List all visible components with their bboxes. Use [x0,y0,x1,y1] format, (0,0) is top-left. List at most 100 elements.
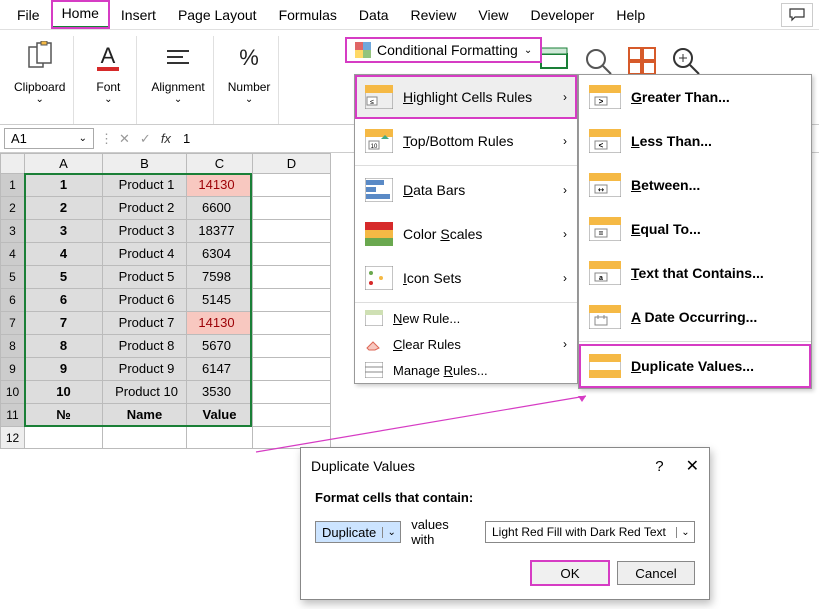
cell[interactable]: Product 4 [103,243,187,266]
menu-duplicate-values[interactable]: Duplicate Values... [579,344,811,388]
cell[interactable] [253,289,331,312]
cell[interactable]: Product 3 [103,220,187,243]
cell[interactable]: 10 [25,381,103,404]
help-icon[interactable]: ? [655,458,663,475]
cell[interactable]: 6 [25,289,103,312]
col-header-c[interactable]: C [187,154,253,174]
cell[interactable] [253,220,331,243]
tab-home[interactable]: Home [51,0,110,29]
ok-button[interactable]: OK [531,561,609,585]
cell[interactable] [253,243,331,266]
tab-developer[interactable]: Developer [520,2,606,28]
cell[interactable]: Product 7 [103,312,187,335]
col-header-d[interactable]: D [253,154,331,174]
cell[interactable]: 8 [25,335,103,358]
cell[interactable] [253,335,331,358]
row-header[interactable]: 3 [1,220,25,243]
col-header-a[interactable]: A [25,154,103,174]
analyze-icon[interactable] [669,44,703,78]
col-header-b[interactable]: B [103,154,187,174]
duplicate-type-combo[interactable]: Duplicate ⌄ [315,521,401,543]
cell[interactable]: 3 [25,220,103,243]
cell[interactable]: 6304 [187,243,253,266]
comments-button[interactable] [781,3,813,27]
name-box[interactable]: A1 ⌄ [4,128,94,149]
row-header[interactable]: 5 [1,266,25,289]
cell[interactable] [103,427,187,449]
cell[interactable]: 5670 [187,335,253,358]
cell[interactable]: 14130 [187,312,253,335]
tab-file[interactable]: File [6,2,51,28]
conditional-formatting-button[interactable]: Conditional Formatting ⌄ [346,38,541,62]
tab-page-layout[interactable]: Page Layout [167,2,268,28]
cell[interactable]: 5145 [187,289,253,312]
cell[interactable]: 7598 [187,266,253,289]
menu-top-bottom-rules[interactable]: 10 Top/Bottom Rules › [355,119,577,163]
row-header[interactable]: 11 [1,404,25,427]
cell[interactable] [253,381,331,404]
fx-icon[interactable]: fx [161,131,171,147]
search-icon[interactable] [581,44,615,78]
cell[interactable]: Product 9 [103,358,187,381]
menu-equal-to[interactable]: = Equal To... [579,207,811,251]
cell[interactable]: 14130 [187,174,253,197]
cell[interactable] [253,174,331,197]
cell[interactable]: Product 2 [103,197,187,220]
menu-manage-rules[interactable]: Manage Rules... [355,357,577,383]
cell[interactable] [253,358,331,381]
insert-icon[interactable] [537,44,571,78]
menu-between[interactable]: ⇿ Between... [579,163,811,207]
cell[interactable] [25,427,103,449]
cell[interactable]: 6600 [187,197,253,220]
group-font[interactable]: A Font ⌄ [80,36,137,124]
cell[interactable]: 5 [25,266,103,289]
tab-data[interactable]: Data [348,2,400,28]
group-clipboard[interactable]: Clipboard ⌄ [6,36,74,124]
tab-formulas[interactable]: Formulas [268,2,348,28]
row-header[interactable]: 9 [1,358,25,381]
cell[interactable] [253,312,331,335]
tab-view[interactable]: View [467,2,519,28]
cell[interactable]: Product 5 [103,266,187,289]
group-alignment[interactable]: Alignment ⌄ [143,36,213,124]
menu-new-rule[interactable]: New Rule... [355,305,577,331]
cell[interactable]: 9 [25,358,103,381]
row-header[interactable]: 2 [1,197,25,220]
cell[interactable]: 1 [25,174,103,197]
tab-help[interactable]: Help [605,2,656,28]
menu-clear-rules[interactable]: Clear Rules › [355,331,577,357]
cell[interactable]: 6147 [187,358,253,381]
menu-text-contains[interactable]: a Text that Contains... [579,251,811,295]
cell[interactable] [253,427,331,449]
tab-insert[interactable]: Insert [110,2,167,28]
menu-less-than[interactable]: < Less Than... [579,119,811,163]
row-header[interactable]: 12 [1,427,25,449]
row-header[interactable]: 10 [1,381,25,404]
row-header[interactable]: 1 [1,174,25,197]
cell[interactable]: Product 8 [103,335,187,358]
cell[interactable]: Value [187,404,253,427]
row-header[interactable]: 8 [1,335,25,358]
cell[interactable]: 3530 [187,381,253,404]
cell[interactable]: 2 [25,197,103,220]
cell[interactable]: Name [103,404,187,427]
menu-color-scales[interactable]: Color Scales › [355,212,577,256]
menu-highlight-cells-rules[interactable]: ≤ Highlight Cells Rules › [355,75,577,119]
menu-data-bars[interactable]: Data Bars › [355,168,577,212]
tab-review[interactable]: Review [400,2,468,28]
close-icon[interactable]: ✕ [686,456,699,476]
cell[interactable]: Product 10 [103,381,187,404]
cancel-button[interactable]: Cancel [617,561,695,585]
menu-greater-than[interactable]: > Greater Than... [579,75,811,119]
cell[interactable]: 7 [25,312,103,335]
addins-icon[interactable] [625,44,659,78]
cell[interactable]: 4 [25,243,103,266]
row-header[interactable]: 6 [1,289,25,312]
cell[interactable]: Product 1 [103,174,187,197]
cell[interactable]: Product 6 [103,289,187,312]
cell[interactable]: 18377 [187,220,253,243]
group-number[interactable]: % Number ⌄ [220,36,280,124]
menu-icon-sets[interactable]: Icon Sets › [355,256,577,300]
menu-date-occurring[interactable]: A Date Occurring... [579,295,811,339]
format-style-combo[interactable]: Light Red Fill with Dark Red Text ⌄ [485,521,695,543]
